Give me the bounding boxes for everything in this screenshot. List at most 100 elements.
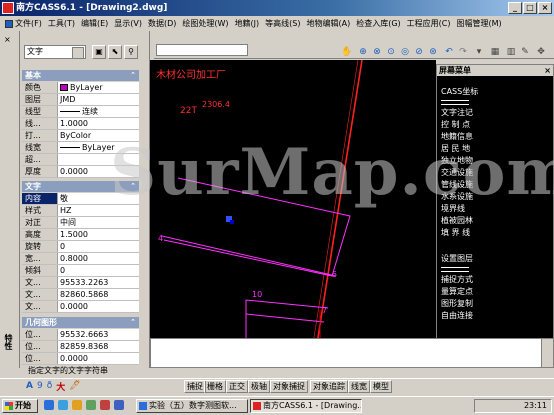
- property-row[interactable]: 内容敬: [22, 193, 139, 205]
- property-value[interactable]: 82859.8368: [60, 341, 108, 352]
- move-icon[interactable]: ✥: [534, 45, 548, 59]
- close-button[interactable]: ×: [538, 2, 552, 14]
- screen-menu-item[interactable]: 设置图层: [441, 254, 473, 264]
- property-value[interactable]: 0: [60, 265, 65, 276]
- osnap-toggle[interactable]: 对象捕捉: [270, 380, 308, 393]
- section-text[interactable]: 文字 ⌃: [22, 181, 139, 192]
- quicklaunch-icon[interactable]: [114, 400, 124, 410]
- command-window[interactable]: [150, 338, 554, 368]
- screen-menu-item[interactable]: 独立地物: [441, 156, 473, 166]
- edit-icon[interactable]: ✎: [518, 45, 532, 59]
- property-value[interactable]: ByColor: [60, 130, 91, 141]
- property-row[interactable]: 样式 HZ: [22, 205, 139, 217]
- zoom-realtime-icon[interactable]: ⊕: [356, 45, 370, 59]
- screen-menu-item[interactable]: 图形复制: [441, 299, 473, 309]
- property-value[interactable]: 1.0000: [60, 118, 88, 129]
- polar-toggle[interactable]: 极轴: [248, 380, 270, 393]
- redo-icon[interactable]: ↷: [456, 45, 470, 59]
- property-value[interactable]: 中间: [60, 217, 76, 228]
- command-scrollbar[interactable]: [541, 339, 553, 367]
- menu-cadastre[interactable]: 地籍(J): [232, 16, 263, 31]
- zoom-in-icon[interactable]: ⊛: [426, 45, 440, 59]
- quick-select-icon[interactable]: ⚲: [124, 45, 138, 59]
- text-tool-icon[interactable]: ð: [47, 381, 53, 391]
- property-row[interactable]: 打... ByColor: [22, 130, 139, 142]
- app-icon[interactable]: [2, 2, 14, 14]
- layer-dropdown[interactable]: [156, 44, 248, 56]
- screen-menu-item[interactable]: 水系设施: [441, 192, 473, 202]
- elevation-value[interactable]: 2306.4: [202, 100, 230, 109]
- section-basic[interactable]: 基本 ⌃: [22, 70, 139, 81]
- property-value[interactable]: 连续: [60, 106, 98, 117]
- quicklaunch-icon[interactable]: [100, 400, 110, 410]
- property-row[interactable]: 对正 中间: [22, 217, 139, 229]
- property-row[interactable]: 倾斜 0: [22, 265, 139, 277]
- zoom-previous-icon[interactable]: ⊙: [384, 45, 398, 59]
- screen-menu-item[interactable]: 居 民 地: [441, 144, 470, 154]
- quicklaunch-icon[interactable]: [86, 400, 96, 410]
- browser-icon[interactable]: [44, 400, 54, 410]
- property-row[interactable]: 线... 1.0000: [22, 118, 139, 130]
- property-value[interactable]: 0.8000: [60, 253, 88, 264]
- property-row[interactable]: 宽... 0.8000: [22, 253, 139, 265]
- clock[interactable]: 23:11: [524, 401, 547, 410]
- close-icon[interactable]: ×: [4, 35, 11, 44]
- grid-toggle[interactable]: 栅格: [204, 380, 226, 393]
- menu-contour[interactable]: 等高线(S): [262, 16, 303, 31]
- text-tool-icon[interactable]: 大: [56, 380, 65, 393]
- property-value[interactable]: JMD: [60, 94, 75, 105]
- property-value[interactable]: 0.0000: [60, 166, 88, 177]
- model-toggle[interactable]: 模型: [370, 380, 392, 393]
- properties-icon[interactable]: ▦: [488, 45, 502, 59]
- folder-icon[interactable]: [72, 400, 82, 410]
- close-icon[interactable]: ×: [544, 65, 551, 76]
- screen-menu-item[interactable]: 管线设施: [441, 180, 473, 190]
- zoom-icon[interactable]: ⊘: [412, 45, 426, 59]
- property-value[interactable]: 82860.5868: [60, 289, 108, 300]
- screen-menu-item[interactable]: 填 界 线: [441, 228, 470, 238]
- screen-menu-item[interactable]: 量算定点: [441, 287, 473, 297]
- property-row[interactable]: 厚度 0.0000: [22, 166, 139, 178]
- start-button[interactable]: 开始: [2, 399, 38, 413]
- section-geometry[interactable]: 几何图形 ⌃: [22, 317, 139, 328]
- property-value[interactable]: 0: [60, 241, 65, 252]
- text-tool-icon[interactable]: 🖊: [69, 381, 80, 391]
- property-value[interactable]: 0.0000: [60, 301, 88, 312]
- property-row[interactable]: 高度 1.5000: [22, 229, 139, 241]
- property-row[interactable]: 文... 95533.2263: [22, 277, 139, 289]
- property-value[interactable]: 95532.6663: [60, 329, 108, 340]
- property-value[interactable]: ByLayer: [60, 142, 115, 153]
- screen-menu-item[interactable]: 交通设施: [441, 168, 473, 178]
- property-row[interactable]: 文... 0.0000: [22, 301, 139, 313]
- property-row[interactable]: 颜色 ByLayer: [22, 82, 139, 94]
- menu-edit[interactable]: 编辑(E): [78, 16, 111, 31]
- screen-menu-item[interactable]: 植被园林: [441, 216, 473, 226]
- object-type-dropdown[interactable]: 文字: [24, 45, 86, 59]
- screen-menu-item[interactable]: 捕捉方式: [441, 275, 473, 285]
- screen-menu-item[interactable]: 文字注记: [441, 108, 473, 118]
- property-row[interactable]: 位... 95532.6663: [22, 329, 139, 341]
- menu-view[interactable]: 显示(V): [111, 16, 145, 31]
- properties-side-tab[interactable]: × 特性: [0, 31, 20, 368]
- zoom-extents-icon[interactable]: ◎: [398, 45, 412, 59]
- property-value[interactable]: HZ: [60, 205, 72, 216]
- text-tool-icon[interactable]: A: [26, 381, 33, 391]
- property-row[interactable]: 文... 82860.5868: [22, 289, 139, 301]
- property-value[interactable]: ByLayer: [60, 82, 103, 93]
- drawing-canvas[interactable]: 木材公司加工厂 22T 2306.4 4 5 7 10: [150, 60, 436, 350]
- property-value[interactable]: 敬: [60, 193, 68, 204]
- menu-file[interactable]: 文件(F): [2, 16, 45, 31]
- property-row[interactable]: 旋转 0: [22, 241, 139, 253]
- snap-toggle[interactable]: 捕捉: [184, 380, 206, 393]
- menu-data[interactable]: 数据(D): [145, 16, 179, 31]
- ortho-toggle[interactable]: 正交: [226, 380, 248, 393]
- property-row[interactable]: 超...: [22, 154, 139, 166]
- property-row[interactable]: 图层 JMD: [22, 94, 139, 106]
- property-value[interactable]: 1.5000: [60, 229, 88, 240]
- lineweight-toggle[interactable]: 线宽: [348, 380, 370, 393]
- screen-menu-item[interactable]: 地籍信息: [441, 132, 473, 142]
- menu-feature-edit[interactable]: 地物编辑(A): [304, 16, 354, 31]
- property-value[interactable]: 95533.2263: [60, 277, 108, 288]
- pan-icon[interactable]: ✋: [340, 45, 354, 59]
- property-row[interactable]: 线型 连续: [22, 106, 139, 118]
